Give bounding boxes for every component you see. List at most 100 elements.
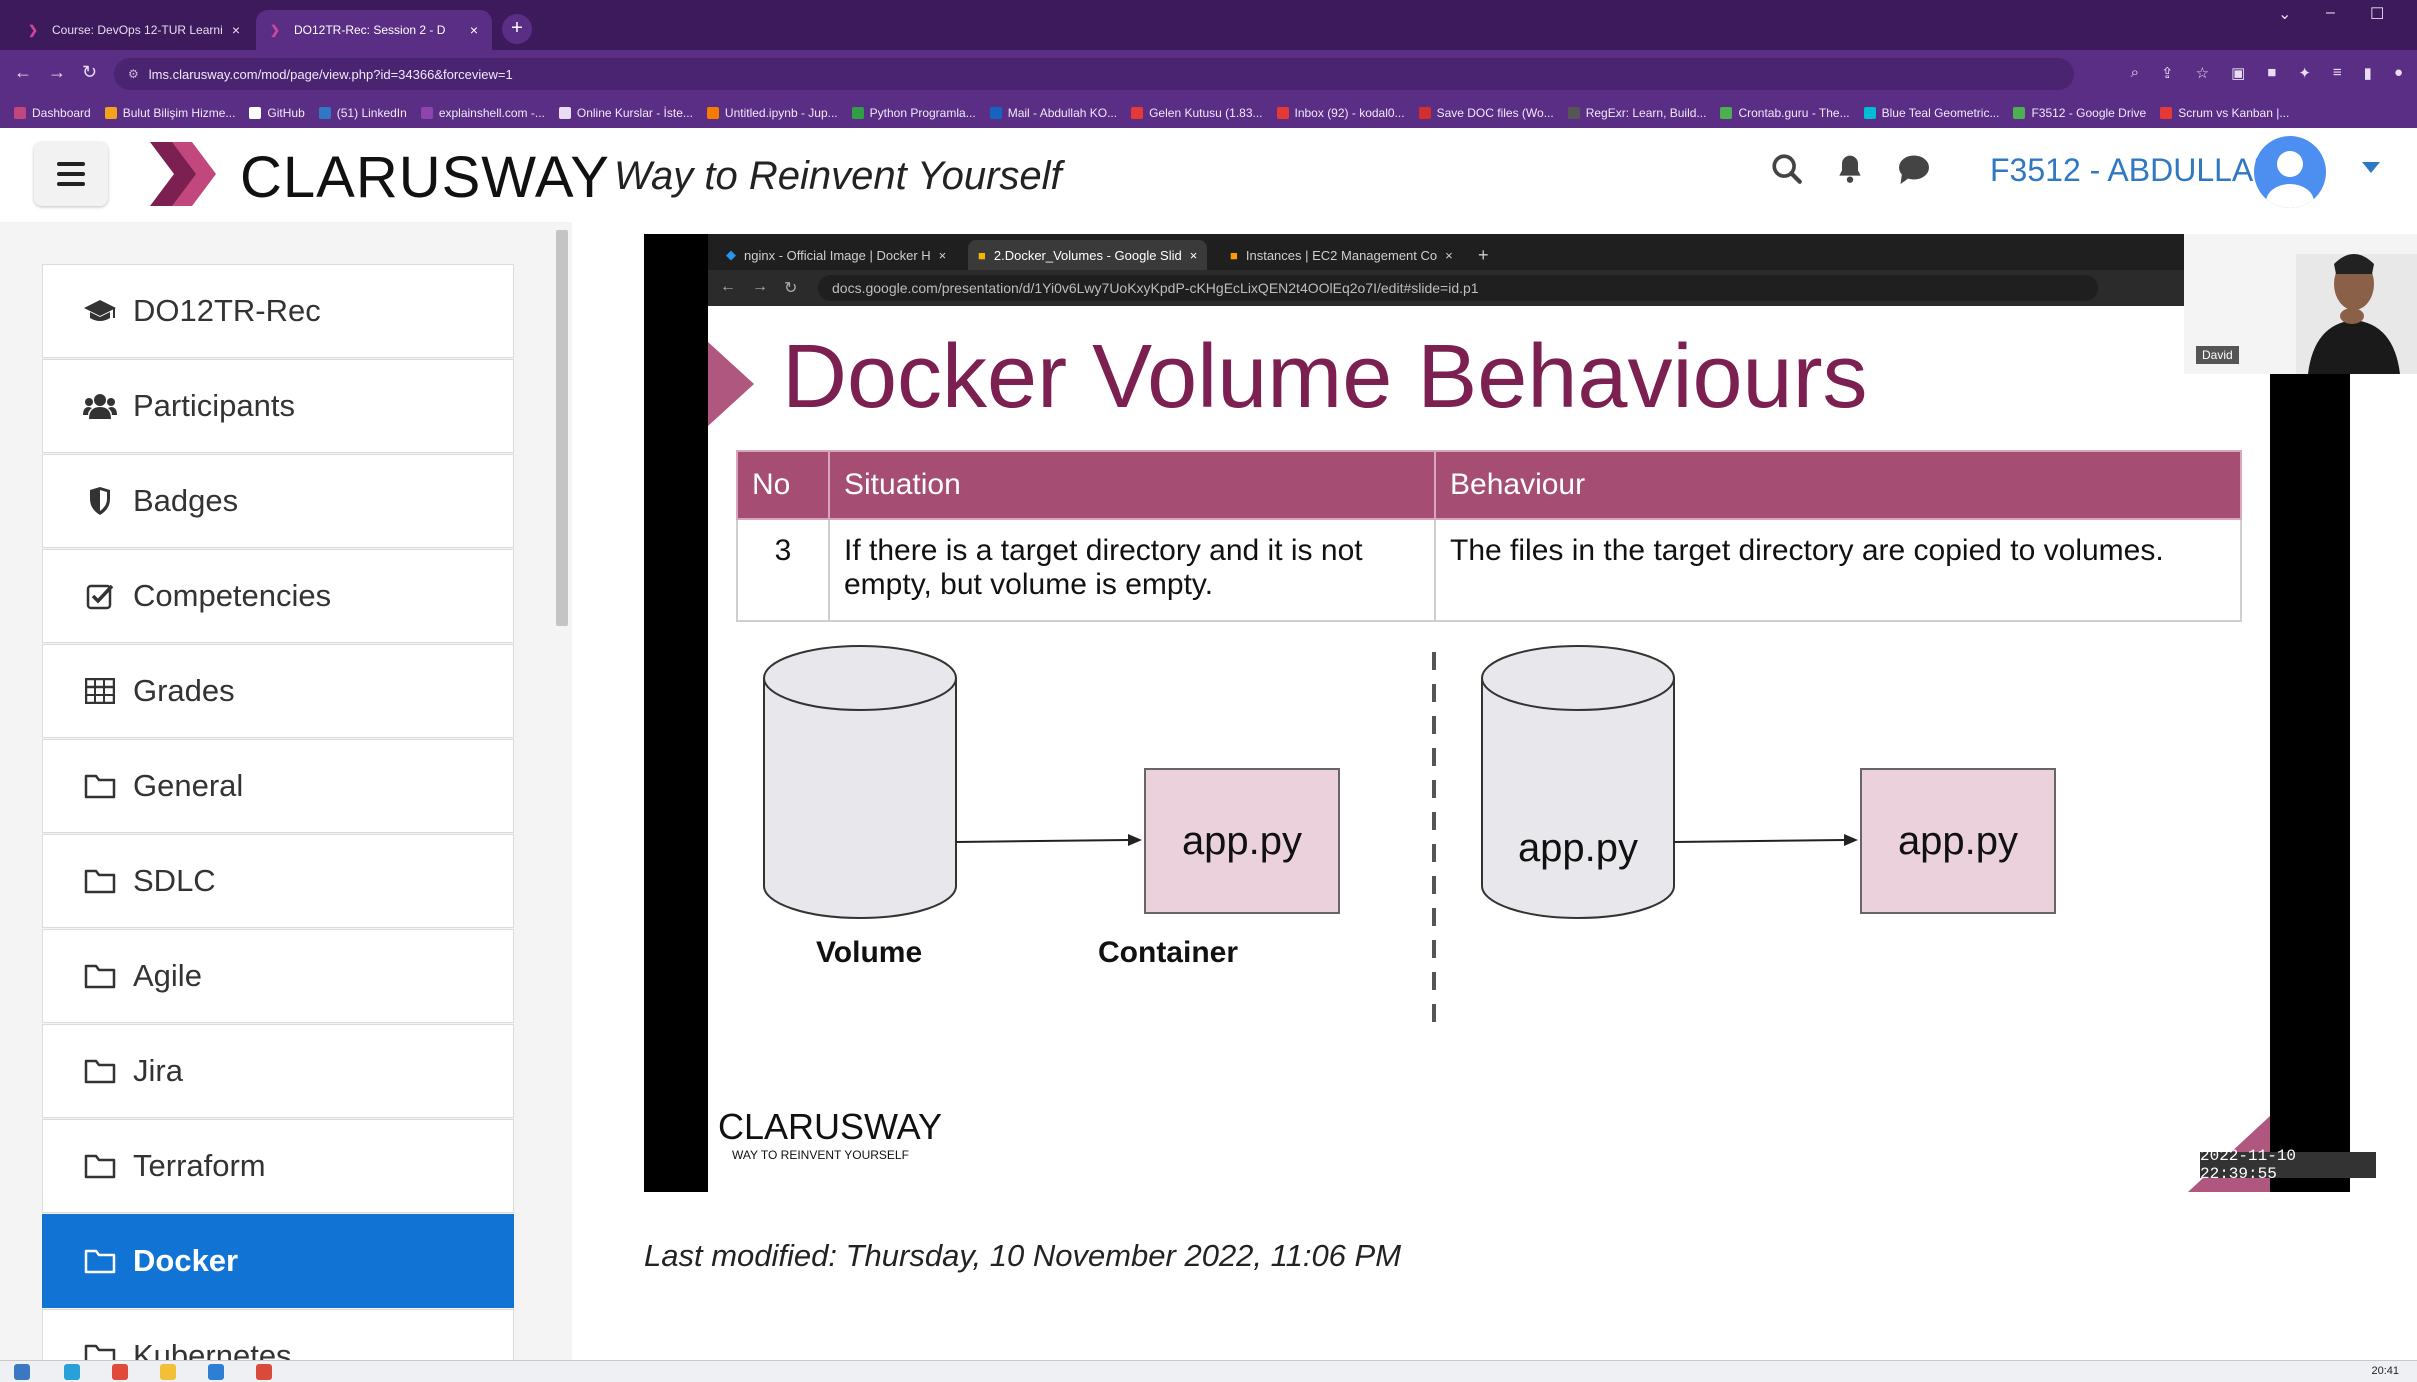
bookmark-label: (51) LinkedIn <box>336 106 407 120</box>
video-url-field: docs.google.com/presentation/d/1Yi0v6Lwy… <box>818 275 2098 301</box>
close-icon: × <box>938 247 947 263</box>
bookmark-item[interactable]: F3512 - Google Drive <box>2013 106 2146 120</box>
browser-tab-course[interactable]: ❯ Course: DevOps 12-TUR Learni × <box>14 10 254 50</box>
clarusway-logo-icon[interactable] <box>146 138 218 210</box>
sidebar-item-jira[interactable]: Jira <box>42 1024 514 1118</box>
bookmark-label: Python Programla... <box>869 106 976 120</box>
video-tab-label: nginx - Official Image | Docker H <box>744 247 931 263</box>
bookmark-item[interactable]: Inbox (92) - kodal0... <box>1276 106 1405 120</box>
bookmark-item[interactable]: Python Programla... <box>851 106 976 120</box>
chevron-down-icon[interactable]: ⌄ <box>2278 4 2291 24</box>
sidebar-item-competencies[interactable]: Competencies <box>42 549 514 643</box>
user-avatar-icon <box>2266 151 2314 208</box>
browser-tab-label: DO12TR-Rec: Session 2 - D <box>294 23 446 37</box>
url-field[interactable]: ⚙ lms.clarusway.com/mod/page/view.php?id… <box>114 58 2074 90</box>
bookmark-label: Untitled.ipynb - Jup... <box>724 106 838 120</box>
recording-video[interactable]: ◆ nginx - Official Image | Docker H × ■ … <box>644 234 2417 1192</box>
aws-icon: ■ <box>1230 247 1238 263</box>
hamburger-menu-button[interactable] <box>34 142 108 206</box>
sidebar-item-grades[interactable]: Grades <box>42 644 514 738</box>
bookmark-item[interactable]: Mail - Abdullah KO... <box>989 106 1118 120</box>
sidebar-item-agile[interactable]: Agile <box>42 929 514 1023</box>
bell-icon[interactable] <box>1834 152 1866 186</box>
bookmark-label: explainshell.com -... <box>438 106 545 120</box>
bookmark-label: Online Kurslar - İste... <box>576 106 693 120</box>
bookmark-item[interactable]: Dashboard <box>14 106 91 120</box>
minimize-icon[interactable]: – <box>2326 4 2335 22</box>
bookmark-item[interactable]: Blue Teal Geometric... <box>1863 106 1999 120</box>
brand-name[interactable]: CLARUSWAY <box>240 144 610 211</box>
folder-icon <box>83 1341 117 1360</box>
sidebar-item-label: Badges <box>133 483 239 518</box>
folder-icon <box>83 866 117 896</box>
puzzle-icon[interactable]: ✦ <box>2298 64 2311 82</box>
chrome-profile-icon[interactable] <box>256 1364 272 1380</box>
user-name[interactable]: F3512 - ABDULLAH <box>1990 152 2276 189</box>
edge-icon[interactable] <box>64 1364 80 1380</box>
reload-icon[interactable]: ↻ <box>82 62 97 83</box>
user-menu-chevron-down-icon[interactable] <box>2362 162 2380 173</box>
bookmark-item[interactable]: RegExr: Learn, Build... <box>1567 106 1706 120</box>
sidebar-scrollbar[interactable] <box>556 230 568 626</box>
back-arrow-icon[interactable]: ← <box>14 62 32 83</box>
brand-tagline: Way to Reinvent Yourself <box>614 154 1062 198</box>
new-tab-button[interactable]: + <box>502 14 532 44</box>
maximize-icon[interactable]: ☐ <box>2370 4 2384 24</box>
sidebar-item-kubernetes[interactable]: Kubernetes <box>42 1309 514 1360</box>
video-url-text: docs.google.com/presentation/d/1Yi0v6Lwy… <box>832 280 1479 296</box>
bookmark-favicon-icon <box>851 107 864 119</box>
bookmark-item[interactable]: Online Kurslar - İste... <box>558 106 693 120</box>
bookmark-item[interactable]: Scrum vs Kanban |... <box>2160 106 2289 120</box>
folder-icon <box>83 1151 117 1181</box>
zoom-icon[interactable]: ⌕ <box>2131 64 2139 82</box>
avatar[interactable] <box>2254 136 2326 208</box>
slide-logo-text: CLARUSWAY <box>718 1106 943 1147</box>
video-new-tab-icon: + <box>1478 244 1489 265</box>
volume-cylinder-left-top <box>763 645 957 711</box>
translate-icon[interactable]: ▣ <box>2231 64 2245 82</box>
chrome-icon[interactable] <box>112 1364 128 1380</box>
reload-icon: ↻ <box>784 280 798 297</box>
search-icon[interactable] <box>1770 152 1804 186</box>
folder-icon[interactable] <box>160 1364 176 1380</box>
bookmark-label: GitHub <box>267 106 305 120</box>
sidebar-item-participants[interactable]: Participants <box>42 359 514 453</box>
bookmark-label: Scrum vs Kanban |... <box>2178 106 2290 120</box>
video-browser-tabs: ◆ nginx - Official Image | Docker H × ■ … <box>708 234 2264 270</box>
bookmark-item[interactable]: explainshell.com -... <box>420 106 545 120</box>
share-icon[interactable]: ⇪ <box>2161 64 2174 82</box>
vscode-icon[interactable] <box>208 1364 224 1380</box>
bookmark-label: Mail - Abdullah KO... <box>1007 106 1118 120</box>
sidebar-item-terraform[interactable]: Terraform <box>42 1119 514 1213</box>
site-info-icon[interactable]: ⚙ <box>128 67 139 81</box>
start-icon[interactable] <box>14 1364 30 1380</box>
sidebar-item-do12tr-rec[interactable]: DO12TR-Rec <box>42 264 514 358</box>
arrow-left-head <box>1128 834 1142 846</box>
close-icon[interactable]: × <box>470 22 478 38</box>
media-icon[interactable]: ≡ <box>2333 64 2342 82</box>
bookmark-item[interactable]: (51) LinkedIn <box>318 106 407 120</box>
docker-icon: ◆ <box>726 247 736 262</box>
bookmark-item[interactable]: Bulut Bilişim Hizme... <box>104 106 235 120</box>
extension-icon[interactable]: ■ <box>2267 64 2276 82</box>
bookmark-item[interactable]: GitHub <box>249 106 305 120</box>
sidebar-item-docker[interactable]: Docker <box>42 1214 514 1308</box>
chat-icon[interactable] <box>1896 152 1932 186</box>
sidebar-item-sdlc[interactable]: SDLC <box>42 834 514 928</box>
caption-volume: Volume <box>816 936 923 969</box>
slides-icon: ■ <box>978 247 986 263</box>
bookmark-item[interactable]: Untitled.ipynb - Jup... <box>706 106 838 120</box>
forward-arrow-icon: → <box>752 278 768 295</box>
bookmark-item[interactable]: Save DOC files (Wo... <box>1418 106 1554 120</box>
sidebar-item-general[interactable]: General <box>42 739 514 833</box>
sidebar-item-badges[interactable]: Badges <box>42 454 514 548</box>
sidepanel-icon[interactable]: ▮ <box>2364 64 2372 82</box>
bookmark-item[interactable]: Crontab.guru - The... <box>1720 106 1850 120</box>
profile-icon[interactable]: ● <box>2394 64 2403 82</box>
close-icon[interactable]: × <box>232 22 240 38</box>
bookmark-favicon-icon <box>1567 107 1580 119</box>
star-icon[interactable]: ☆ <box>2196 64 2209 82</box>
browser-tab-session[interactable]: ❯ DO12TR-Rec: Session 2 - D × <box>256 10 492 50</box>
forward-arrow-icon[interactable]: → <box>48 62 66 83</box>
bookmark-item[interactable]: Gelen Kutusu (1.83... <box>1131 106 1263 120</box>
